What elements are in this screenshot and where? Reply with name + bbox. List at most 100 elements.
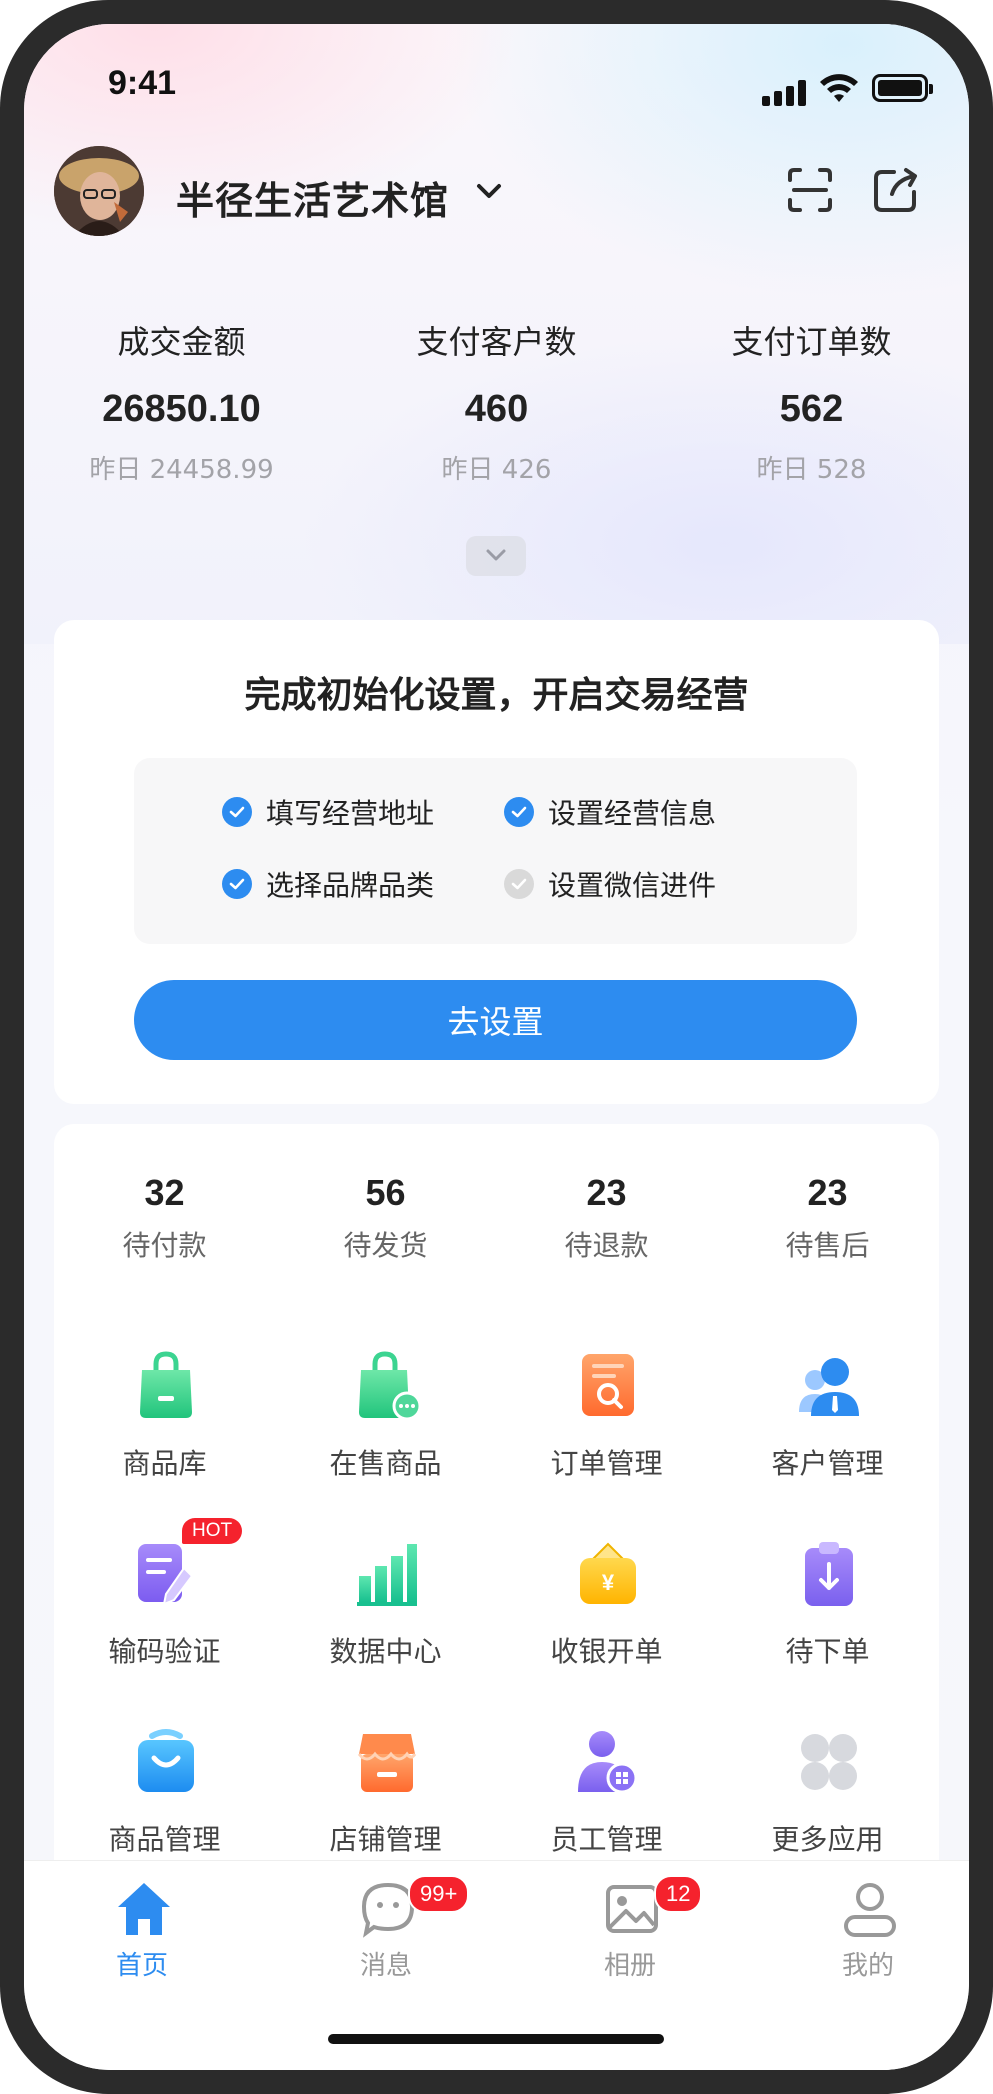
app-staff-management[interactable]: 员工管理 <box>496 1726 717 1876</box>
count-pending-payment[interactable]: 32 待付款 <box>54 1170 275 1264</box>
header: 半径生活艺术馆 <box>24 144 969 240</box>
cashier-icon: ¥ <box>580 1542 636 1604</box>
storefront-icon <box>357 1734 417 1792</box>
app-label: 在售商品 <box>329 1447 442 1480</box>
app-label: 商品库 <box>122 1447 207 1480</box>
status-bar: 9:41 <box>24 64 969 124</box>
tab-label: 我的 <box>841 1951 894 1981</box>
status-time: 9:41 <box>108 64 177 102</box>
chevron-down-icon <box>486 549 506 561</box>
bag-chat-icon <box>359 1351 419 1420</box>
avatar[interactable] <box>54 146 144 236</box>
count-number: 23 <box>586 1172 627 1213</box>
wifi-icon <box>820 74 858 102</box>
app-store-management[interactable]: 店铺管理 <box>275 1726 496 1876</box>
store-name[interactable]: 半径生活艺术馆 <box>176 170 449 225</box>
app-label: 客户管理 <box>771 1447 884 1480</box>
app-label: 订单管理 <box>550 1447 663 1480</box>
message-badge: 99+ <box>408 1875 470 1913</box>
checklist-item: 填写经营地址 <box>222 794 434 830</box>
stat-label: 成交金额 <box>117 323 246 361</box>
expand-stats-button[interactable] <box>466 536 526 576</box>
stat-previous: 昨日 426 <box>441 455 552 485</box>
count-label: 待售后 <box>785 1229 870 1262</box>
app-label: 收银开单 <box>550 1635 663 1668</box>
checklist-label: 设置经营信息 <box>548 797 717 830</box>
staff-icon <box>578 1731 638 1794</box>
tab-home[interactable]: 首页 <box>24 1879 260 1989</box>
stat-paid-orders[interactable]: 支付订单数 562 昨日 528 <box>654 320 969 488</box>
count-label: 待发货 <box>343 1229 428 1262</box>
tab-label: 消息 <box>359 1951 412 1981</box>
tab-label: 相册 <box>603 1951 656 1981</box>
sales-stats: 成交金额 26850.10 昨日 24458.99 支付客户数 460 昨日 4… <box>24 320 969 520</box>
tab-label: 首页 <box>115 1951 168 1981</box>
count-pending-aftersale[interactable]: 23 待售后 <box>717 1170 938 1264</box>
gallery-icon <box>606 1885 658 1933</box>
operations-card: 32 待付款 56 待发货 23 待退款 23 待售后 商品库 在售商品 订单管… <box>54 1124 939 1884</box>
count-label: 待付款 <box>122 1229 207 1262</box>
count-number: 32 <box>144 1172 185 1213</box>
app-label: 员工管理 <box>550 1823 663 1856</box>
count-number: 56 <box>365 1172 406 1213</box>
check-circle-icon <box>504 797 534 827</box>
app-label: 商品管理 <box>108 1823 221 1856</box>
app-data-center[interactable]: 数据中心 <box>275 1538 496 1688</box>
app-screen: 9:41 半径生活艺术馆 成交金额 26850.10 昨日 24458.99 支… <box>24 24 969 2070</box>
checklist-label: 选择品牌品类 <box>266 869 435 902</box>
checklist-item: 设置微信进件 <box>504 866 716 902</box>
check-circle-icon <box>222 869 252 899</box>
signal-icon <box>762 80 810 106</box>
shopping-bag-icon <box>140 1351 192 1418</box>
scan-icon[interactable] <box>784 164 836 216</box>
app-product-management[interactable]: 商品管理 <box>54 1726 275 1876</box>
setup-checklist: 填写经营地址 设置经营信息 选择品牌品类 设置微信进件 <box>134 758 857 944</box>
app-code-verify[interactable]: HOT 输码验证 <box>54 1518 275 1688</box>
home-indicator[interactable] <box>328 2034 664 2044</box>
app-order-management[interactable]: 订单管理 <box>496 1350 717 1500</box>
check-circle-icon <box>504 869 534 899</box>
checklist-item: 选择品牌品类 <box>222 866 434 902</box>
stat-previous: 昨日 528 <box>756 455 867 485</box>
setup-title: 完成初始化设置，开启交易经营 <box>244 675 749 716</box>
go-setup-button[interactable]: 去设置 <box>134 980 857 1060</box>
share-icon[interactable] <box>870 164 922 216</box>
code-verify-icon <box>138 1544 194 1606</box>
app-more-apps[interactable]: 更多应用 <box>717 1726 938 1876</box>
tab-gallery[interactable]: 12 相册 <box>512 1875 748 1989</box>
tab-messages[interactable]: 99+ 消息 <box>268 1875 504 1989</box>
checklist-label: 设置微信进件 <box>548 869 717 902</box>
app-label: 待下单 <box>785 1635 870 1668</box>
order-search-icon <box>582 1354 634 1416</box>
tab-profile[interactable]: 我的 <box>750 1879 969 1989</box>
basket-icon <box>138 1729 194 1792</box>
clipboard-download-icon <box>805 1542 853 1606</box>
app-label: 店铺管理 <box>329 1823 442 1856</box>
stat-label: 支付订单数 <box>731 323 892 361</box>
count-number: 23 <box>807 1172 848 1213</box>
count-pending-shipment[interactable]: 56 待发货 <box>275 1170 496 1264</box>
app-label: 输码验证 <box>108 1635 221 1668</box>
count-label: 待退款 <box>564 1229 649 1262</box>
stat-value: 26850.10 <box>102 388 261 430</box>
svg-text:¥: ¥ <box>602 1570 615 1595</box>
phone-frame: 9:41 半径生活艺术馆 成交金额 26850.10 昨日 24458.99 支… <box>0 0 993 2094</box>
stat-value: 562 <box>779 388 844 430</box>
app-cashier[interactable]: ¥ 收银开单 <box>496 1538 717 1688</box>
app-on-sale-products[interactable]: 在售商品 <box>275 1350 496 1500</box>
count-pending-refund[interactable]: 23 待退款 <box>496 1170 717 1264</box>
check-circle-icon <box>222 797 252 827</box>
hot-tag: HOT <box>182 1518 243 1544</box>
app-product-library[interactable]: 商品库 <box>54 1350 275 1500</box>
stat-value: 460 <box>464 388 529 430</box>
battery-icon <box>872 74 933 102</box>
app-label: 更多应用 <box>771 1823 884 1856</box>
stat-sales-amount[interactable]: 成交金额 26850.10 昨日 24458.99 <box>24 320 339 488</box>
chevron-down-icon[interactable] <box>472 174 506 208</box>
stat-paying-customers[interactable]: 支付客户数 460 昨日 426 <box>339 320 654 488</box>
gallery-badge: 12 <box>654 1875 703 1913</box>
app-pending-order[interactable]: 待下单 <box>717 1538 938 1688</box>
more-apps-icon <box>801 1734 857 1790</box>
app-customer-management[interactable]: 客户管理 <box>717 1350 938 1500</box>
user-icon <box>844 1883 896 1937</box>
